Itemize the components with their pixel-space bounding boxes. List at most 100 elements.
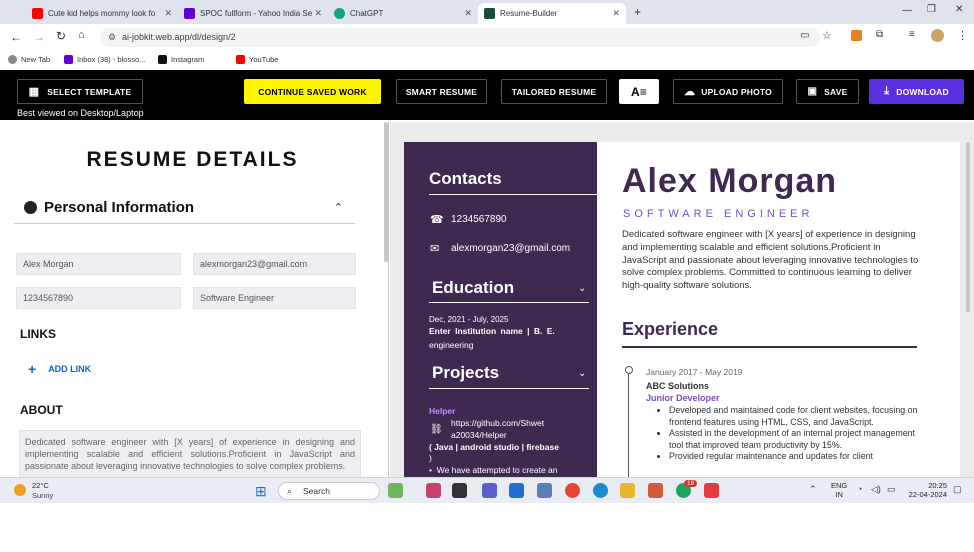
contacts-title: Contacts (429, 169, 502, 188)
widgets-icon[interactable] (388, 483, 403, 498)
task-view-icon[interactable] (452, 483, 467, 498)
site-info-icon[interactable]: ⚙ (108, 28, 116, 47)
bullet-text: We have attempted to create an (436, 465, 558, 475)
new-tab-icon[interactable]: + (634, 5, 641, 19)
education-title: Education (432, 278, 515, 297)
language-indicator[interactable]: ENG IN (831, 481, 847, 499)
home-icon[interactable]: ⌂ (78, 29, 85, 41)
bookmark-star-icon[interactable]: ☆ (822, 29, 832, 42)
close-tab-icon[interactable]: ✕ (164, 8, 172, 19)
mail-icon[interactable] (509, 483, 524, 498)
bookmark-youtube[interactable]: YouTube (236, 55, 278, 64)
back-icon[interactable]: ← (10, 30, 22, 44)
tailored-resume-button[interactable]: TAILORED RESUME (501, 79, 607, 104)
email-icon: ✉ (430, 243, 440, 255)
link-icon: ⛓ (430, 424, 443, 435)
app-icon[interactable] (537, 483, 552, 498)
select-template-button[interactable]: ▦ SELECT TEMPLATE (17, 79, 143, 104)
about-heading: ABOUT (20, 403, 63, 417)
add-link-button[interactable]: + ADD LINK (28, 361, 91, 377)
clock[interactable]: 20:25 22-04-2024 (905, 481, 947, 499)
best-viewed-notice: Best viewed on Desktop/Laptop (17, 108, 144, 118)
about-textarea[interactable]: Dedicated software engineer with [X year… (19, 430, 361, 477)
exp-bullets: Developed and maintained code for client… (659, 405, 921, 463)
teams-icon[interactable] (482, 483, 497, 498)
clock-date: 22-04-2024 (908, 490, 947, 499)
minimize-icon[interactable]: — (902, 5, 912, 16)
resume-title: SOFTWARE ENGINEER (623, 208, 814, 220)
maximize-icon[interactable]: ❐ (927, 4, 936, 15)
search-label: Search (303, 486, 330, 496)
chatgpt-icon (334, 8, 345, 19)
copilot-icon[interactable] (426, 483, 441, 498)
phone-icon: ☎ (430, 214, 444, 226)
bookmark-label: Instagram (171, 55, 205, 64)
profile-avatar[interactable] (931, 29, 944, 42)
windows-start-icon[interactable]: ⊞ (255, 483, 267, 500)
close-window-icon[interactable]: ✕ (955, 4, 963, 15)
panel-scrollbar[interactable] (384, 122, 388, 262)
email-input[interactable]: alexmorgan23@gmail.com (193, 253, 356, 275)
brave-icon[interactable] (704, 483, 719, 498)
download-icon: ⤓ (884, 85, 890, 97)
divider (622, 346, 917, 348)
chevron-up-icon[interactable]: ⌃ (809, 484, 817, 495)
browser-tab-yahoo[interactable]: SPOC fullform - Yahoo India Se ✕ (178, 3, 328, 24)
bookmark-new-tab[interactable]: New Tab (8, 55, 50, 64)
battery-icon[interactable]: ▭ (887, 484, 896, 495)
download-button[interactable]: ⤓ DOWNLOAD (869, 79, 964, 104)
globe-icon (8, 55, 17, 64)
sun-icon[interactable] (14, 484, 26, 496)
chevron-down-icon[interactable]: ⌄ (578, 368, 586, 379)
close-tab-icon[interactable]: ✕ (314, 8, 322, 19)
cloud-upload-icon: ☁ (684, 86, 696, 98)
phone-input[interactable]: 1234567890 (16, 287, 181, 309)
edge-icon[interactable] (593, 483, 608, 498)
taskbar-search[interactable]: ⌕ Search (278, 482, 380, 500)
volume-icon[interactable]: ◁) (871, 484, 881, 495)
bookmark-inbox[interactable]: Inbox (38) - blosso... (64, 55, 145, 64)
weather-temp[interactable]: 22°C (32, 481, 49, 490)
close-tab-icon[interactable]: ✕ (612, 8, 620, 19)
chevron-up-icon[interactable]: ⌃ (334, 201, 343, 214)
menu-kebab-icon[interactable]: ⋮ (957, 29, 968, 42)
address-bar[interactable]: ⚙ ai-jobkit.web.app/dl/design/2 (100, 28, 820, 47)
button-label: TAILORED RESUME (511, 86, 597, 97)
upload-photo-button[interactable]: ☁ UPLOAD PHOTO (673, 79, 783, 104)
file-explorer-icon[interactable] (620, 483, 635, 498)
cast-icon[interactable]: ▭ (800, 30, 809, 41)
wifi-icon[interactable]: ◔ (857, 484, 862, 494)
chevron-down-icon[interactable]: ⌄ (578, 283, 586, 294)
metamask-icon[interactable] (851, 30, 862, 41)
close-tab-icon[interactable]: ✕ (464, 8, 472, 19)
continue-saved-work-button[interactable]: CONTINUE SAVED WORK (244, 79, 381, 104)
personal-info-accordion[interactable]: Personal Information ⌃ (14, 192, 355, 224)
browser-tab-resume-builder[interactable]: Resume-Builder ✕ (478, 3, 626, 24)
save-button[interactable]: ▣ SAVE (796, 79, 859, 104)
preview-scrollbar[interactable] (966, 142, 970, 312)
project-link-1[interactable]: https://github.com/Shwet (451, 418, 544, 428)
smart-resume-button[interactable]: SMART RESUME (396, 79, 487, 104)
plus-icon: + (28, 361, 37, 377)
role-input[interactable]: Software Engineer (193, 287, 356, 309)
name-input[interactable]: Alex Morgan (16, 253, 181, 275)
timeline-line (628, 374, 629, 477)
chrome-icon[interactable] (565, 483, 580, 498)
reload-icon[interactable]: ↻ (56, 29, 66, 43)
tab-title: Cute kid helps mommy look fo (48, 9, 156, 18)
weather-condition[interactable]: Sunny (32, 491, 53, 500)
office-icon[interactable] (648, 483, 663, 498)
notifications-icon[interactable]: ▢ (953, 484, 962, 495)
browser-tab-youtube[interactable]: Cute kid helps mommy look fo ✕ (26, 3, 178, 24)
bookmark-instagram[interactable]: Instagram (158, 55, 204, 64)
extensions-icon[interactable]: ⧉ (876, 29, 883, 40)
reading-list-icon[interactable]: ≡ (909, 29, 915, 40)
forward-icon[interactable]: → (33, 30, 45, 44)
floppy-disk-icon: ▣ (807, 86, 818, 97)
project-link-2[interactable]: a20034/Helper (451, 430, 507, 440)
font-settings-button[interactable]: A≡ (619, 79, 659, 104)
tab-title: ChatGPT (350, 9, 384, 18)
browser-tab-chatgpt[interactable]: ChatGPT ✕ (328, 3, 478, 24)
tab-title: SPOC fullform - Yahoo India Se (200, 9, 313, 18)
timeline-dot (625, 366, 633, 374)
